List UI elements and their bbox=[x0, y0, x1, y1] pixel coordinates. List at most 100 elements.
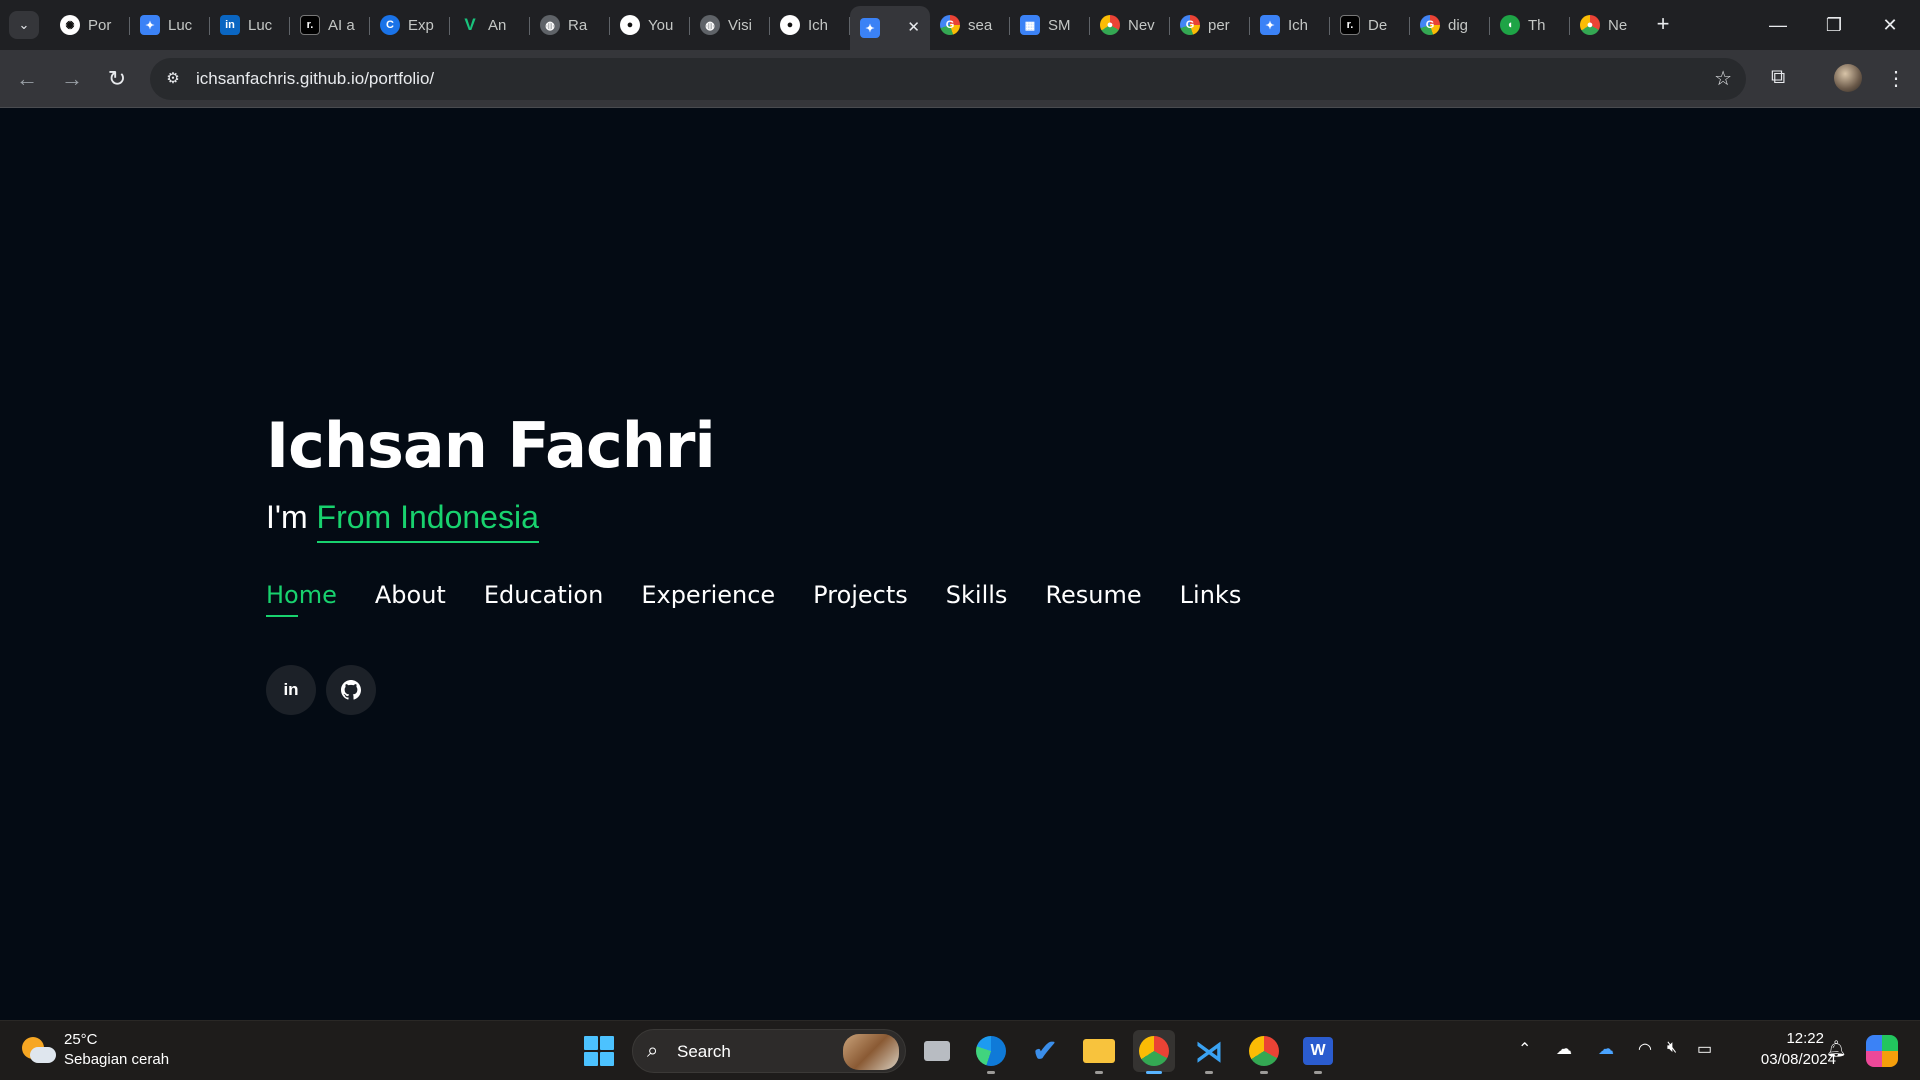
bookmark-star-icon[interactable]: ☆ bbox=[1714, 66, 1732, 91]
tab-title: Ich bbox=[1288, 16, 1309, 34]
nav-projects[interactable]: Projects bbox=[813, 581, 908, 617]
checkmark-icon: ✔ bbox=[1032, 1034, 1058, 1068]
address-bar[interactable]: ⚙ ichsanfachris.github.io/portfolio/ ☆ bbox=[150, 58, 1746, 100]
tab[interactable]: Gsea bbox=[930, 6, 1010, 44]
close-window-button[interactable]: ✕ bbox=[1870, 10, 1910, 40]
github-button[interactable] bbox=[326, 665, 376, 715]
site-info-icon[interactable]: ⚙ bbox=[162, 68, 184, 90]
nav-skills[interactable]: Skills bbox=[946, 581, 1008, 617]
close-icon[interactable]: ✕ bbox=[907, 18, 920, 36]
tab-title: You bbox=[648, 16, 674, 34]
green-icon: ◖ bbox=[1500, 15, 1520, 35]
chrome-icon bbox=[1249, 1036, 1279, 1066]
vscode-icon: ⋊ bbox=[1195, 1035, 1223, 1067]
tab[interactable]: r. De bbox=[1330, 6, 1410, 44]
new-tab-button[interactable]: + bbox=[1650, 12, 1676, 38]
tab[interactable]: ✦ Luc bbox=[130, 6, 210, 44]
taskbar-app-edge[interactable] bbox=[970, 1030, 1012, 1074]
tab[interactable]: C Exp bbox=[370, 6, 450, 44]
taskbar-app-chrome-2[interactable] bbox=[1243, 1030, 1285, 1074]
clock-date[interactable]: 03/08/2024 bbox=[1761, 1051, 1836, 1068]
tagline-typed-text: From Indonesia bbox=[316, 499, 539, 543]
tab[interactable]: r. AI a bbox=[290, 6, 370, 44]
tab-active[interactable]: ✦ ✕ bbox=[850, 6, 930, 50]
nav-experience[interactable]: Experience bbox=[641, 581, 775, 617]
dev-icon: r. bbox=[300, 15, 320, 35]
tab[interactable]: ◖ Th bbox=[1490, 6, 1570, 44]
url-text[interactable]: ichsanfachris.github.io/portfolio/ bbox=[196, 69, 434, 89]
tab[interactable]: ● Ich bbox=[770, 6, 850, 44]
tab[interactable]: Gper bbox=[1170, 6, 1250, 44]
back-button[interactable]: ← bbox=[14, 66, 40, 92]
notification-bell-icon[interactable]: 🔔︎ bbox=[1826, 1039, 1846, 1059]
taskbar-app-word[interactable]: W bbox=[1297, 1030, 1339, 1074]
tab-title: SM bbox=[1048, 16, 1071, 34]
portfolio-page: Ichsan Fachri I'm From Indonesia Home Ab… bbox=[0, 109, 1920, 1020]
weather-icon[interactable] bbox=[22, 1035, 56, 1065]
plus-icon: + bbox=[1656, 11, 1670, 36]
edge-icon bbox=[976, 1036, 1006, 1066]
hero-tagline: I'm From Indonesia bbox=[266, 499, 539, 543]
restore-button[interactable]: ❐ bbox=[1814, 10, 1854, 40]
linkedin-button[interactable]: in bbox=[266, 665, 316, 715]
taskbar-search[interactable]: ⌕ Search bbox=[632, 1029, 906, 1073]
nav-resume[interactable]: Resume bbox=[1045, 581, 1141, 617]
google-icon: G bbox=[1180, 15, 1200, 35]
extensions-icon[interactable]: ⧉ bbox=[1771, 66, 1785, 89]
nav-about[interactable]: About bbox=[375, 581, 446, 617]
tab[interactable]: ▦ SM bbox=[1010, 6, 1090, 44]
battery-icon[interactable]: ▭ bbox=[1697, 1039, 1712, 1059]
tab[interactable]: ◍ Visi bbox=[690, 6, 770, 44]
weather-description[interactable]: Sebagian cerah bbox=[64, 1051, 169, 1068]
tab-title: Nev bbox=[1128, 16, 1155, 34]
taskbar-app-chrome[interactable] bbox=[1133, 1030, 1175, 1074]
close-icon: ✕ bbox=[1882, 15, 1898, 35]
tab[interactable]: Gdig bbox=[1410, 6, 1490, 44]
tab[interactable]: ● You bbox=[610, 6, 690, 44]
browser-toolbar: ← → ↻ ⚙ ichsanfachris.github.io/portfoli… bbox=[0, 50, 1920, 108]
weather-temperature[interactable]: 25°C bbox=[64, 1031, 98, 1048]
tab[interactable]: V An bbox=[450, 6, 530, 44]
tab[interactable]: ● Ne bbox=[1570, 6, 1650, 44]
portfolio-icon: ✦ bbox=[1260, 15, 1280, 35]
task-view-button[interactable] bbox=[916, 1030, 958, 1072]
tab[interactable]: in Luc bbox=[210, 6, 290, 44]
start-button[interactable] bbox=[584, 1036, 614, 1066]
nav-home[interactable]: Home bbox=[266, 581, 337, 617]
chevron-up-icon[interactable]: ⌃ bbox=[1518, 1039, 1531, 1059]
tab[interactable]: ✦ Ich bbox=[1250, 6, 1330, 44]
reload-button[interactable]: ↻ bbox=[104, 66, 130, 92]
search-label: Search bbox=[677, 1042, 731, 1061]
tagline-prefix: I'm bbox=[266, 499, 308, 535]
arrow-left-icon: ← bbox=[16, 66, 38, 91]
tab[interactable]: ● Nev bbox=[1090, 6, 1170, 44]
nav-education[interactable]: Education bbox=[484, 581, 603, 617]
tab-title: per bbox=[1208, 16, 1230, 34]
clock-time[interactable]: 12:22 bbox=[1786, 1030, 1824, 1047]
nav-links[interactable]: Links bbox=[1180, 581, 1242, 617]
tab[interactable]: ◍ Ra bbox=[530, 6, 610, 44]
onedrive-sync-icon[interactable]: ☁ bbox=[1556, 1039, 1572, 1059]
minimize-button[interactable]: — bbox=[1758, 10, 1798, 40]
profile-avatar[interactable] bbox=[1834, 64, 1862, 92]
chrome-icon: ● bbox=[1100, 15, 1120, 35]
search-icon: ⌕ bbox=[647, 1040, 659, 1062]
windows-taskbar: 25°C Sebagian cerah ⌕ Search ✔ ⋊ W ⌃ ☁ ☁… bbox=[0, 1020, 1920, 1080]
taskbar-app-file-explorer[interactable] bbox=[1078, 1030, 1120, 1074]
taskbar-app-todo[interactable]: ✔ bbox=[1024, 1030, 1066, 1072]
forward-button[interactable]: → bbox=[59, 66, 85, 92]
github-icon: ● bbox=[620, 15, 640, 35]
tab-search-button[interactable]: ⌄ bbox=[9, 11, 39, 39]
tab[interactable]: ✺ Por bbox=[50, 6, 130, 44]
taskbar-app-vscode[interactable]: ⋊ bbox=[1188, 1030, 1230, 1074]
tab-title: Visi bbox=[728, 16, 752, 34]
wifi-icon[interactable]: ◠ bbox=[1638, 1039, 1652, 1059]
tab-title: dig bbox=[1448, 16, 1469, 34]
tab-title: sea bbox=[968, 16, 993, 34]
copilot-icon[interactable] bbox=[1866, 1035, 1898, 1067]
speaker-muted-icon[interactable]: 🔇︎ bbox=[1667, 1039, 1677, 1057]
tab-title: Th bbox=[1528, 16, 1546, 34]
menu-kebab-icon[interactable]: ⋮ bbox=[1886, 66, 1906, 91]
onedrive-icon[interactable]: ☁ bbox=[1598, 1039, 1614, 1059]
browser-tab-strip: ⌄ ✺ Por ✦ Luc in Luc r. AI a C Exp V An ◍ Ra ● Y… bbox=[0, 0, 1920, 50]
